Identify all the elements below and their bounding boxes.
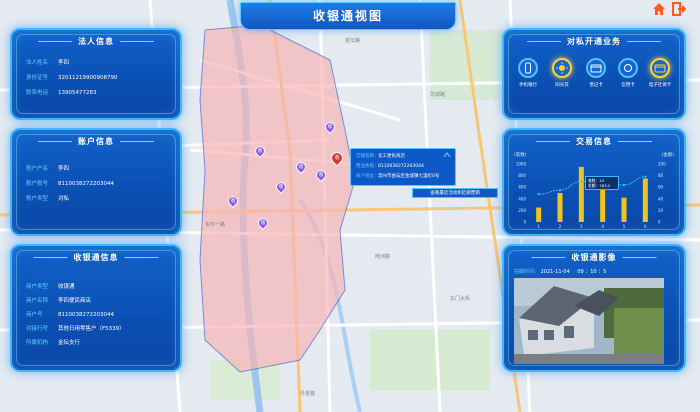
- popup-row: 店铺名称：化工便民商店: [356, 154, 405, 159]
- legal-person-title: 法人信息: [32, 36, 160, 47]
- bar-6: [642, 178, 648, 222]
- merchant-pin[interactable]: 收: [273, 179, 289, 195]
- merchant-pin[interactable]: 收: [322, 119, 338, 135]
- info-row: 账户户名 李四: [26, 166, 70, 172]
- info-row: 所属机构 金坛支行: [26, 340, 81, 346]
- amount-point-1: [537, 193, 540, 196]
- biz-debit-card[interactable]: 借记卡: [581, 58, 611, 88]
- home-icon[interactable]: [652, 2, 666, 16]
- amount-point-2: [558, 189, 562, 192]
- y-tick-label: 800: [518, 173, 526, 178]
- y2-tick-label: 40: [658, 196, 664, 201]
- page-title: 收银通视图: [240, 2, 456, 30]
- selected-merchant-pin[interactable]: 收: [328, 149, 346, 167]
- info-row: 身份证号 32011219900908790: [26, 75, 118, 81]
- info-row: 联系电话 13905477283: [26, 90, 97, 96]
- mobile-icon: [518, 58, 538, 78]
- y-tick-label: 0: [523, 220, 526, 225]
- transaction-chart: 0 200 400 600 800 1000 0 20 40 60 80 100 1 2 3 4 5 6: [516, 162, 666, 230]
- map-label-6: 丹金路: [300, 390, 315, 397]
- info-row: 商户名称 李四便民商店: [26, 298, 92, 304]
- amount-point-5: [622, 183, 626, 186]
- exit-icon[interactable]: [672, 2, 686, 16]
- sun-icon: [552, 58, 572, 78]
- info-row: 商户号 8110038272203044: [26, 312, 114, 318]
- y2-tick-label: 80: [658, 173, 664, 178]
- capture-time: 拍摄时间： 2021-11-04 09 ：10 ：5: [514, 269, 607, 275]
- biz-social-card[interactable]: 电子社保卡: [645, 58, 675, 88]
- map-label-4: 南洲路: [375, 253, 390, 260]
- popup-row: 商户地址：常州市金坛区金城镇七里町0号: [356, 174, 440, 179]
- credit-icon: [618, 58, 638, 78]
- map-label-2: 华城路: [430, 91, 445, 98]
- y2-tick-label: 60: [658, 185, 664, 190]
- storefront-photo[interactable]: [514, 278, 664, 364]
- y-tick-label: 400: [518, 196, 526, 201]
- map-label-3: 东环一路: [205, 221, 225, 228]
- bar-4: [600, 187, 606, 222]
- merchant-pin[interactable]: 收: [313, 167, 329, 183]
- popup-row: 营业执照：8110038272203044: [356, 164, 424, 169]
- biz-credit-card[interactable]: 信用卡: [613, 58, 643, 88]
- chart-tooltip: 笔数：43 金额：783.2: [585, 176, 619, 190]
- y-tick-label: 600: [518, 185, 526, 190]
- tooltip-amount: 金额：783.2: [588, 183, 611, 188]
- merchant-pin[interactable]: 收: [293, 159, 309, 175]
- bar-3: [578, 166, 584, 222]
- legal-person-panel: 法人信息 法人姓名 李四 身份证号 32011219900908790 联系电话 13…: [10, 28, 182, 120]
- popup-link-button[interactable]: 查看最近活动和近期营销: [412, 188, 498, 198]
- account-info-title: 账户信息: [32, 136, 160, 147]
- x-tick-label: 6: [644, 224, 647, 229]
- account-info-panel: 账户信息 账户户名 李四 账户账号 8110038272203044 账户类型 对私: [10, 128, 182, 236]
- y-tick-label: 1000: [516, 162, 527, 167]
- bar-1: [536, 207, 542, 222]
- amount-point-6: [644, 175, 647, 178]
- bar-5: [621, 197, 627, 222]
- cashier-info-panel: 收银通信息 商户类型 收银通 商户名称 李四便民商店 商户号 811003827220…: [10, 244, 182, 372]
- amount-point-3: [580, 180, 583, 183]
- x-tick-label: 2: [559, 224, 562, 229]
- y-tick-label: 200: [518, 208, 526, 213]
- x-tick-label: 5: [623, 224, 626, 229]
- biz-mobile-banking[interactable]: 手机银行: [513, 58, 543, 88]
- merchant-pin[interactable]: 收: [255, 215, 271, 231]
- social-card-icon: [650, 58, 670, 78]
- cashier-info-title: 收银通信息: [28, 252, 165, 263]
- popup-expand-icon[interactable]: [443, 152, 451, 158]
- merchant-pin[interactable]: 收: [225, 193, 241, 209]
- y2-tick-label: 0: [658, 220, 661, 225]
- cashier-image-title: 收银通影像: [526, 252, 663, 263]
- info-row: 法人姓名 李四: [26, 60, 70, 66]
- y2-tick-label: 20: [658, 208, 664, 213]
- transaction-info-title: 交易信息: [530, 136, 658, 147]
- private-business-title: 对私开通业务: [521, 36, 667, 47]
- biz-sunshine-loan[interactable]: 阳光贷: [547, 58, 577, 88]
- bar-2: [557, 193, 563, 222]
- info-row: 账户类型 对私: [26, 196, 70, 202]
- x-tick-label: 3: [580, 224, 583, 229]
- x-tick-label: 4: [601, 224, 604, 229]
- info-row: 商户类型 收银通: [26, 284, 75, 290]
- x-tick-label: 1: [537, 224, 540, 229]
- info-row: 对接行号 其他日用零售户（F5339）: [26, 326, 125, 332]
- info-row: 账户账号 8110038272203044: [26, 181, 114, 187]
- card-icon: [586, 58, 606, 78]
- map-label-1: 金坛路: [345, 37, 360, 44]
- merchant-pin[interactable]: 收: [252, 143, 268, 159]
- y2-tick-label: 100: [658, 162, 666, 167]
- merchant-popup[interactable]: 店铺名称：化工便民商店 营业执照：8110038272203044 商户地址：常…: [350, 148, 456, 186]
- map-label-5: 东门大街: [450, 295, 470, 302]
